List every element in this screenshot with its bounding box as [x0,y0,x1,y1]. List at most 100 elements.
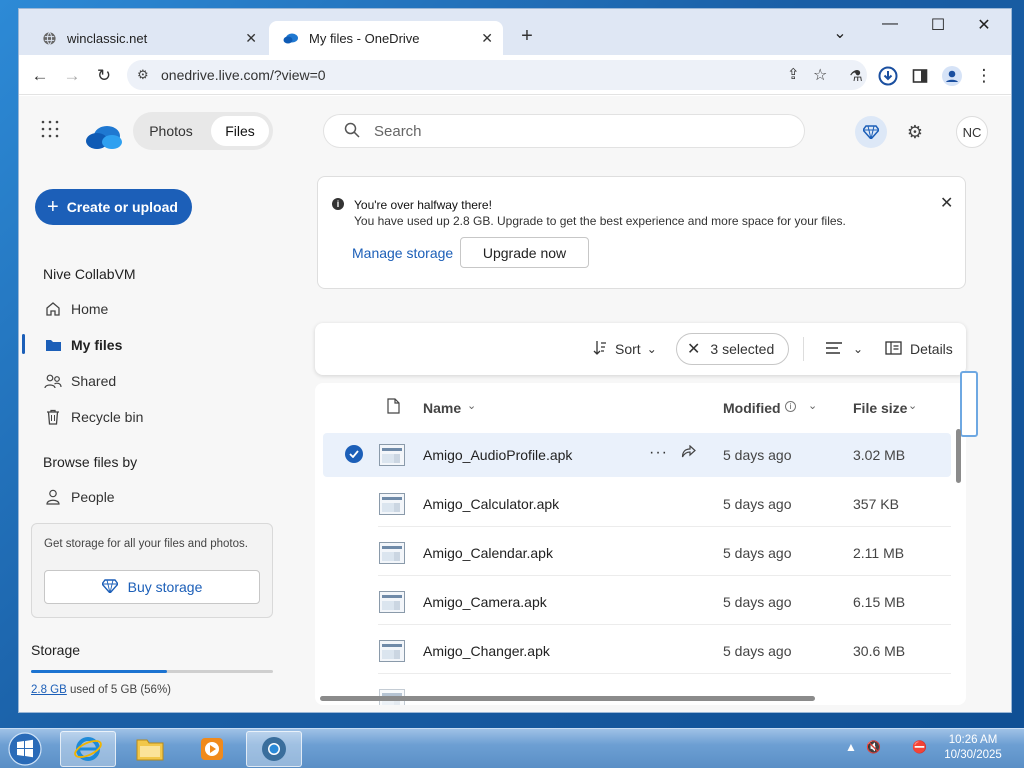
tab-winclassic[interactable]: winclassic.net ✕ [27,21,267,55]
vertical-scrollbar[interactable] [956,429,961,483]
forward-icon[interactable]: → [61,65,83,87]
site-info-icon[interactable]: ⚙ [137,67,149,83]
app-launcher-icon[interactable] [41,120,59,143]
minimize-button[interactable]: — [875,15,905,33]
start-button[interactable] [4,731,46,767]
photos-toggle[interactable]: Photos [137,116,205,146]
people-icon [43,374,63,389]
media-player-icon[interactable] [184,731,240,767]
nav-my-files[interactable]: My files [43,333,122,357]
tab-search-chevron-icon[interactable]: ⌄ [825,23,855,43]
file-name[interactable]: Amigo_AudioProfile.apk [423,447,572,463]
nav-label: Recycle bin [71,409,144,425]
selection-pill[interactable]: ✕ 3 selected [676,333,789,365]
profile-icon[interactable] [941,65,963,87]
storage-upsell-card: Get storage for all your files and photo… [31,523,273,618]
clock[interactable]: 10:26 AM 10/30/2025 [938,733,1008,763]
home-icon [43,301,63,317]
list-view-icon [825,341,843,358]
buy-storage-button[interactable]: Buy storage [44,570,260,604]
apk-file-icon [379,444,405,466]
close-tab-icon[interactable]: ✕ [245,30,257,47]
share-icon[interactable] [681,444,697,465]
browser-toolbar: ← → ↻ ⚙ onedrive.live.com/?view=0 ⇪ ☆ ⚗ … [19,55,1011,95]
nav-home[interactable]: Home [43,297,108,321]
file-size: 3.02 MB [853,447,906,463]
horizontal-scrollbar[interactable] [320,696,815,701]
clear-selection-icon[interactable]: ✕ [687,339,700,359]
side-panel-icon[interactable] [909,65,931,87]
sort-button[interactable]: Sort ⌄ [593,323,657,375]
menu-dots-icon[interactable]: ⋮ [973,65,995,87]
labs-flask-icon[interactable]: ⚗ [845,65,867,87]
reload-icon[interactable]: ↻ [93,65,115,87]
url-text: onedrive.live.com/?view=0 [161,67,326,83]
banner-body: You have used up 2.8 GB. Upgrade to get … [354,214,846,228]
nav-people[interactable]: People [43,485,115,509]
file-explorer-icon[interactable] [122,731,178,767]
chrome-browser-icon[interactable] [246,731,302,767]
info-icon[interactable]: i [785,401,796,412]
more-actions-icon[interactable]: ··· [649,444,668,462]
volume-muted-icon[interactable]: 🔇 [866,740,881,754]
details-pane-icon [885,340,902,358]
details-button[interactable]: Details [885,323,953,375]
storage-used-link[interactable]: 2.8 GB [31,684,67,696]
settings-gear-icon[interactable]: ⚙ [899,116,931,148]
create-or-upload-button[interactable]: + Create or upload [35,189,192,225]
info-icon: i [332,198,344,210]
column-name[interactable]: Name [423,400,461,416]
network-offline-icon[interactable]: ⛔ [912,740,927,754]
files-toggle[interactable]: Files [211,116,269,146]
dismiss-banner-icon[interactable]: ✕ [940,193,953,213]
close-tab-icon[interactable]: ✕ [481,30,493,47]
internet-explorer-icon[interactable] [60,731,116,767]
show-hidden-icons-icon[interactable]: ▲ [845,740,857,754]
scroll-region[interactable] [960,371,978,437]
file-name[interactable]: Amigo_Camera.apk [423,594,547,610]
file-row[interactable]: Amigo_Calendar.apk 5 days ago 2.11 MB [323,531,951,576]
search-placeholder: Search [374,123,422,140]
checkmark-icon[interactable] [345,445,363,463]
file-modified: 5 days ago [723,545,792,561]
chevron-down-icon: ⌄ [467,400,477,412]
file-size: 357 KB [853,496,899,512]
view-options-button[interactable]: ⌄ [825,323,863,375]
file-row[interactable]: Amigo_AudioProfile.apk ··· 5 days ago 3.… [323,433,951,477]
back-icon[interactable]: ← [29,65,51,87]
share-page-icon[interactable]: ⇪ [787,65,800,83]
upgrade-now-button[interactable]: Upgrade now [460,237,589,268]
onedrive-logo-icon[interactable] [85,124,123,155]
nav-recycle-bin[interactable]: Recycle bin [43,405,143,429]
download-icon[interactable] [877,65,899,87]
close-window-button[interactable]: ✕ [969,15,999,35]
nav-shared[interactable]: Shared [43,369,116,393]
row-divider [378,526,951,527]
apk-file-icon [379,493,405,515]
bookmark-star-icon[interactable]: ☆ [813,65,827,85]
sort-label: Sort [615,341,641,357]
file-name[interactable]: Amigo_Changer.apk [423,643,550,659]
file-row[interactable]: Amigo_Camera.apk 5 days ago 6.15 MB [323,580,951,625]
tab-onedrive[interactable]: My files - OneDrive ✕ [269,21,503,55]
trash-icon [43,409,63,425]
column-file-size[interactable]: File size [853,400,907,416]
nav-label: Shared [71,373,117,389]
nav-label: People [71,489,115,505]
file-modified: 5 days ago [723,496,792,512]
chevron-down-icon: ⌄ [808,400,818,412]
file-row[interactable]: Amigo_Calculator.apk 5 days ago 357 KB [323,482,951,527]
account-avatar[interactable]: NC [956,116,988,148]
maximize-button[interactable]: ☐ [923,15,953,35]
manage-storage-link[interactable]: Manage storage [352,245,453,261]
file-name[interactable]: Amigo_Calendar.apk [423,545,553,561]
address-bar[interactable]: ⚙ onedrive.live.com/?view=0 ⇪ ☆ [127,60,867,90]
premium-diamond-icon[interactable] [855,116,887,148]
new-tab-button[interactable]: + [515,25,539,48]
row-divider [378,624,951,625]
search-box[interactable]: Search [324,115,804,147]
column-modified[interactable]: Modified [723,400,781,416]
file-row[interactable]: Amigo_Changer.apk 5 days ago 30.6 MB [323,629,951,674]
sort-icon [593,340,607,359]
file-name[interactable]: Amigo_Calculator.apk [423,496,559,512]
